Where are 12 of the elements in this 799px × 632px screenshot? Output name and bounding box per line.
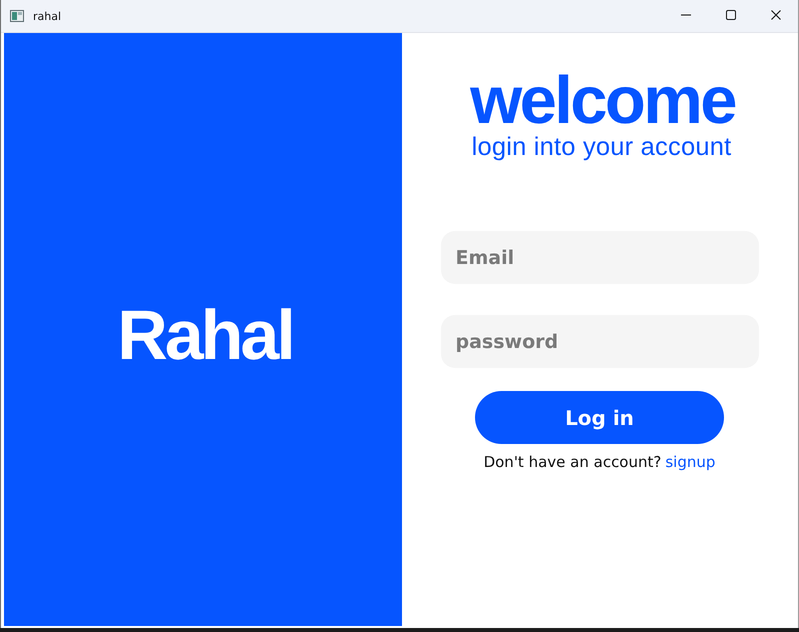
maximize-icon bbox=[726, 10, 736, 20]
login-subheading: login into your account bbox=[472, 134, 732, 160]
welcome-heading: welcome bbox=[470, 65, 735, 137]
email-field[interactable]: Email bbox=[440, 231, 758, 284]
window-title: rahal bbox=[33, 10, 62, 22]
signup-link[interactable]: signup bbox=[665, 453, 716, 471]
brand-name: Rahal bbox=[117, 294, 293, 374]
app-icon bbox=[10, 10, 24, 22]
password-field[interactable]: password bbox=[440, 315, 758, 368]
login-button[interactable]: Log in bbox=[475, 391, 724, 444]
signup-prompt: Don't have an account? bbox=[484, 453, 662, 471]
close-icon bbox=[770, 10, 780, 20]
